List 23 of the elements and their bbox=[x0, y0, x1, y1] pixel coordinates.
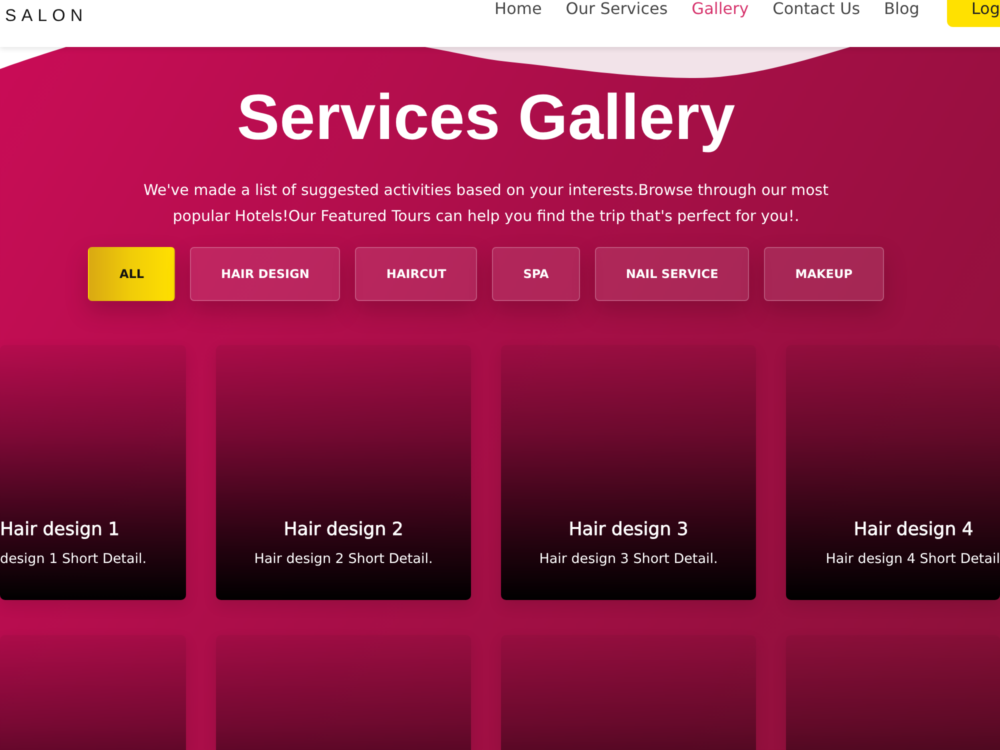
logo-text: SALON bbox=[5, 6, 88, 26]
filter-button[interactable]: ALL bbox=[88, 247, 176, 301]
nav-link[interactable]: Home bbox=[494, 0, 542, 18]
card-detail: Hair design 3 Short Detail. bbox=[539, 550, 718, 569]
login-button[interactable]: Log bbox=[947, 0, 1000, 27]
filter-button[interactable]: HAIRCUT bbox=[355, 247, 478, 301]
nav-link[interactable]: Gallery bbox=[692, 0, 749, 18]
card-title: Hair design 4 bbox=[854, 518, 974, 542]
card-detail: design 1 Short Detail. bbox=[0, 550, 147, 569]
card-detail: Hair design 4 Short Detail bbox=[826, 550, 1000, 569]
filter-button[interactable]: SPA bbox=[492, 247, 580, 301]
page-title: Services Gallery bbox=[236, 80, 736, 155]
filter-button[interactable]: NAIL SERVICE bbox=[594, 247, 750, 301]
card-detail: Hair design 2 Short Detail. bbox=[254, 550, 433, 569]
card-title: Hair design 3 bbox=[568, 518, 688, 542]
nav-link[interactable]: Our Services bbox=[566, 0, 668, 18]
card-title: Hair design 2 bbox=[284, 518, 404, 542]
filter-button[interactable]: HAIR DESIGN bbox=[190, 247, 340, 301]
card-title: Hair design 1 bbox=[0, 518, 120, 542]
intro-text: We've made a list of suggested activities based on your interests.Browse through our most popular Hotels!Our Featured Tours can help you find the trip that's perfect for you!. bbox=[142, 180, 830, 227]
nav-link[interactable]: Contact Us bbox=[772, 0, 860, 18]
nav-link[interactable]: Blog bbox=[884, 0, 920, 18]
filter-button[interactable]: MAKEUP bbox=[764, 247, 884, 301]
